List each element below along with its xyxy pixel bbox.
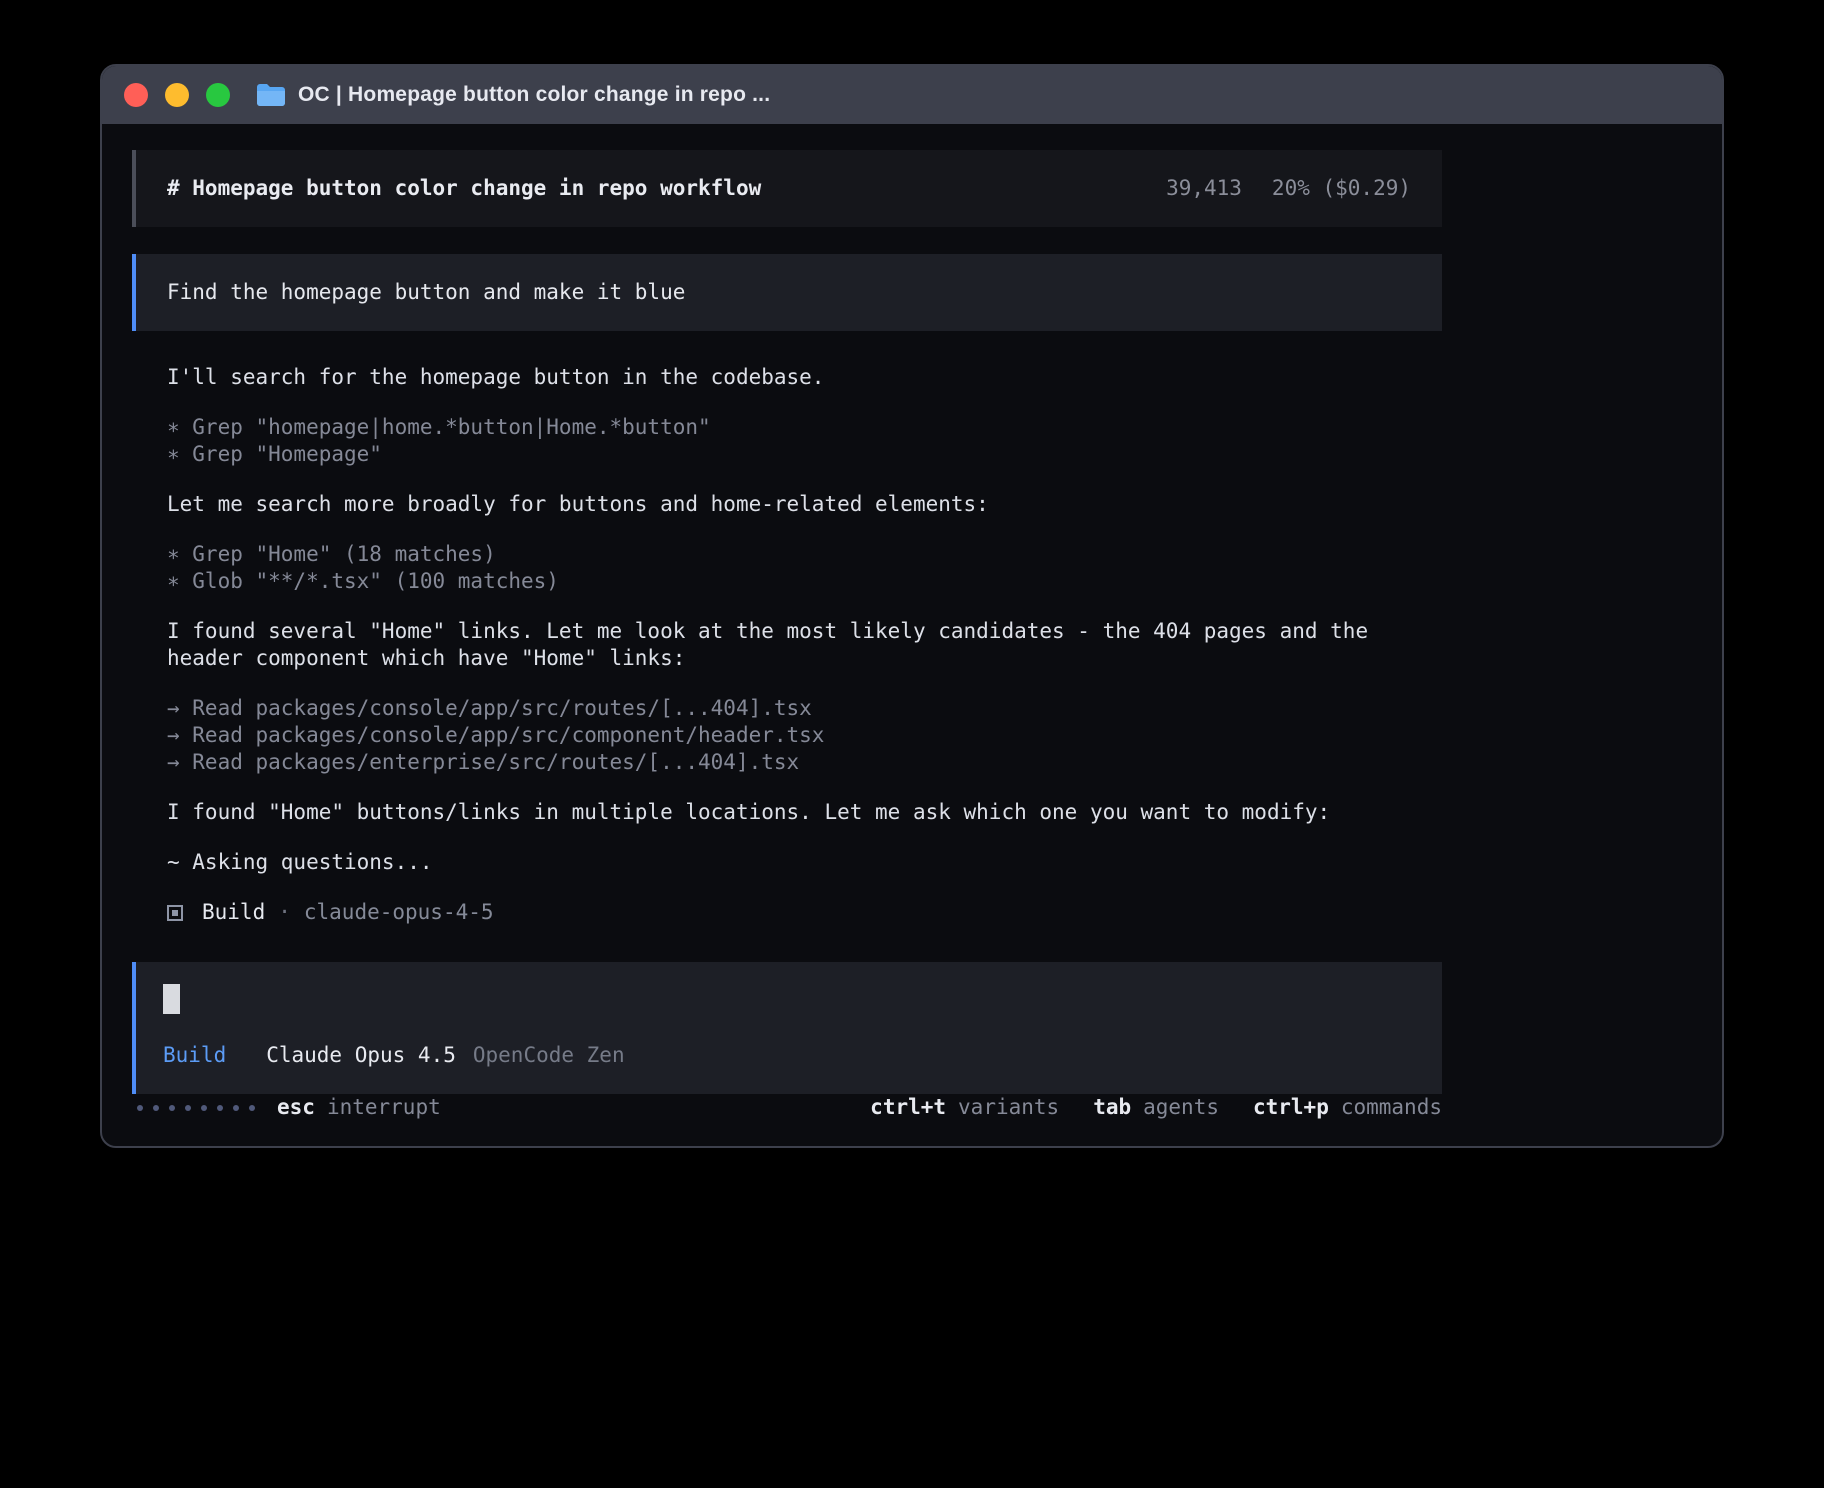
shortcut-label: agents xyxy=(1143,1094,1219,1121)
user-message: Find the homepage button and make it blu… xyxy=(132,254,1442,331)
transcript: I'll search for the homepage button in t… xyxy=(132,364,1442,926)
tool-call-grep: ∗ Grep "Homepage" xyxy=(167,441,1442,468)
prompt-input[interactable]: Build Claude Opus 4.5 OpenCode Zen xyxy=(132,962,1442,1094)
shortcut-key: ctrl+t xyxy=(870,1094,946,1121)
assistant-text: I found several "Home" links. Let me loo… xyxy=(167,618,1442,672)
input-meta: Build Claude Opus 4.5 OpenCode Zen xyxy=(163,1042,1415,1069)
shortcut-variants: ctrl+t variants xyxy=(870,1094,1059,1121)
status-bar-right: ctrl+t variants tab agents ctrl+p comman… xyxy=(870,1094,1442,1121)
tool-call-group: → Read packages/console/app/src/routes/[… xyxy=(167,695,1442,776)
session-header: # Homepage button color change in repo w… xyxy=(132,150,1442,227)
status-bar: esc interrupt ctrl+t variants tab agents… xyxy=(132,1094,1442,1121)
folder-icon xyxy=(256,83,286,107)
minimize-button[interactable] xyxy=(165,83,189,107)
tool-call-group: ∗ Grep "homepage|home.*button|Home.*butt… xyxy=(167,414,1442,468)
esc-label: interrupt xyxy=(327,1094,441,1121)
user-message-text: Find the homepage button and make it blu… xyxy=(167,280,685,304)
terminal-content: # Homepage button color change in repo w… xyxy=(102,124,1722,1146)
agent-status: Build · claude-opus-4-5 xyxy=(167,899,1442,926)
shortcut-agents: tab agents xyxy=(1093,1094,1219,1121)
terminal-window: OC | Homepage button color change in rep… xyxy=(100,64,1724,1148)
agent-badge-icon xyxy=(167,905,183,921)
agent-model: claude-opus-4-5 xyxy=(304,899,494,926)
titlebar[interactable]: OC | Homepage button color change in rep… xyxy=(102,66,1722,124)
zoom-button[interactable] xyxy=(206,83,230,107)
status-bar-left: esc interrupt xyxy=(137,1094,441,1121)
shortcut-interrupt: esc interrupt xyxy=(277,1094,441,1121)
traffic-lights xyxy=(124,83,230,107)
tool-call-read: → Read packages/enterprise/src/routes/[.… xyxy=(167,749,1442,776)
agent-separator: · xyxy=(278,899,291,926)
esc-key: esc xyxy=(277,1094,315,1121)
close-button[interactable] xyxy=(124,83,148,107)
tool-call-grep: ∗ Grep "Home" (18 matches) xyxy=(167,541,1442,568)
shortcut-commands: ctrl+p commands xyxy=(1253,1094,1442,1121)
agent-name: Build xyxy=(202,899,265,926)
provider-name: OpenCode Zen xyxy=(473,1042,625,1069)
tool-call-group: ∗ Grep "Home" (18 matches) ∗ Glob "**/*.… xyxy=(167,541,1442,595)
assistant-status-text: ~ Asking questions... xyxy=(167,849,1442,876)
shortcut-key: ctrl+p xyxy=(1253,1094,1329,1121)
shortcut-label: variants xyxy=(958,1094,1059,1121)
context-usage: 20% ($0.29) xyxy=(1272,175,1411,202)
tool-call-read: → Read packages/console/app/src/componen… xyxy=(167,722,1442,749)
shortcut-label: commands xyxy=(1341,1094,1442,1121)
window-title: OC | Homepage button color change in rep… xyxy=(298,83,770,107)
tool-call-read: → Read packages/console/app/src/routes/[… xyxy=(167,695,1442,722)
shortcut-key: tab xyxy=(1093,1094,1131,1121)
session-stats: 39,413 20% ($0.29) xyxy=(1166,175,1411,202)
assistant-text: I'll search for the homepage button in t… xyxy=(167,364,1442,391)
tool-call-glob: ∗ Glob "**/*.tsx" (100 matches) xyxy=(167,568,1442,595)
session-title: # Homepage button color change in repo w… xyxy=(167,175,761,202)
assistant-text: I found "Home" buttons/links in multiple… xyxy=(167,799,1442,826)
text-cursor xyxy=(163,984,180,1014)
model-name[interactable]: Claude Opus 4.5 xyxy=(266,1042,456,1069)
spinner-dots-icon xyxy=(137,1105,255,1111)
token-count: 39,413 xyxy=(1166,175,1242,202)
agent-mode-selector[interactable]: Build xyxy=(163,1042,226,1069)
tool-call-grep: ∗ Grep "homepage|home.*button|Home.*butt… xyxy=(167,414,1442,441)
assistant-text: Let me search more broadly for buttons a… xyxy=(167,491,1442,518)
